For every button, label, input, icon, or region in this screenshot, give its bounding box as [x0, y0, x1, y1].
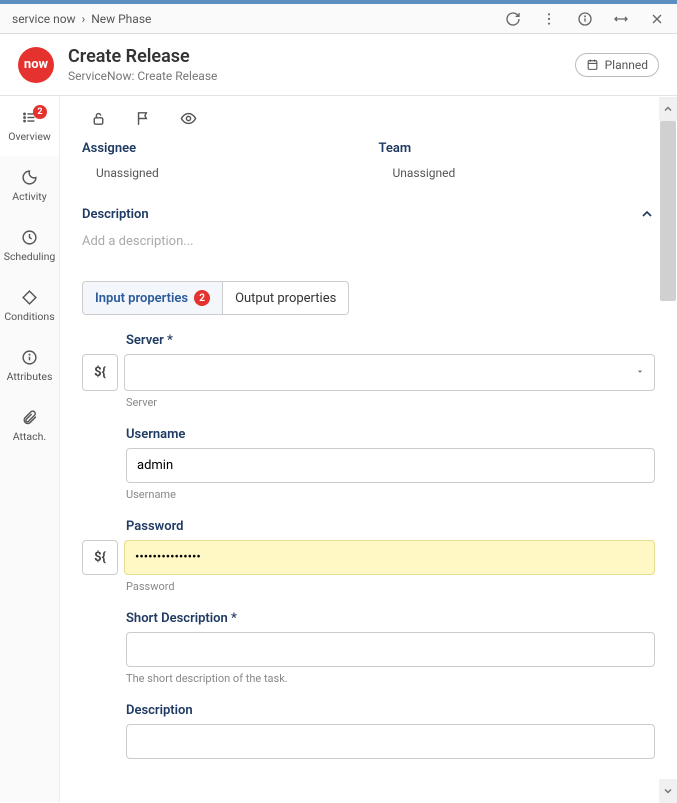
username-help: Username [126, 488, 655, 501]
breadcrumb-bar: service now › New Phase [0, 4, 677, 34]
info-circle-icon [21, 349, 38, 366]
sidebar-item-activity[interactable]: Activity [0, 156, 59, 216]
refresh-icon[interactable] [505, 11, 521, 27]
sidebar-item-overview[interactable]: 2 Overview [0, 96, 59, 156]
desc2-label: Description [126, 703, 655, 718]
server-select[interactable] [124, 354, 655, 391]
overview-badge: 2 [33, 105, 47, 119]
content-panel: Assignee Unassigned Team Unassigned Desc… [60, 96, 677, 802]
shortdesc-label: Short Description * [126, 611, 655, 626]
tab-output-properties[interactable]: Output properties [223, 281, 349, 315]
paperclip-icon [21, 409, 38, 426]
page-title: Create Release [68, 46, 561, 67]
password-help: Password [126, 580, 655, 593]
flag-icon[interactable] [135, 110, 152, 127]
scroll-thumb[interactable] [660, 121, 676, 301]
diamond-icon [21, 289, 38, 306]
username-label: Username [126, 427, 655, 442]
breadcrumb-current[interactable]: New Phase [91, 12, 151, 26]
sidebar-item-attach[interactable]: Attach. [0, 396, 59, 456]
tab-input-properties[interactable]: Input properties 2 [82, 281, 223, 315]
page-subtitle: ServiceNow: Create Release [68, 69, 561, 83]
more-vertical-icon[interactable] [541, 11, 557, 27]
password-input[interactable] [124, 540, 655, 575]
content-toolbar [60, 96, 677, 141]
description-label: Description [82, 207, 149, 222]
chevron-up-icon[interactable] [639, 206, 655, 222]
sidebar-item-attributes[interactable]: Attributes [0, 336, 59, 396]
close-icon[interactable] [649, 11, 665, 27]
username-input[interactable] [126, 448, 655, 483]
sidebar: 2 Overview Activity Scheduling Condition… [0, 96, 60, 802]
shortdesc-help: The short description of the task. [126, 672, 655, 685]
shortdesc-input[interactable] [126, 632, 655, 667]
description-input[interactable]: Add a description... [60, 230, 677, 263]
assignee-label: Assignee [82, 141, 359, 156]
scroll-down-icon[interactable] [659, 779, 677, 803]
app-logo: now [18, 47, 54, 83]
team-value[interactable]: Unassigned [379, 166, 656, 180]
breadcrumb-root[interactable]: service now [12, 12, 76, 26]
password-label: Password [126, 519, 655, 534]
variable-button-server[interactable]: ${ [82, 354, 118, 391]
expand-horizontal-icon[interactable] [613, 11, 629, 27]
properties-tabs: Input properties 2 Output properties [82, 281, 655, 315]
sidebar-item-conditions[interactable]: Conditions [0, 276, 59, 336]
page-header: now Create Release ServiceNow: Create Re… [0, 34, 677, 96]
assignee-value[interactable]: Unassigned [82, 166, 359, 180]
team-label: Team [379, 141, 656, 156]
server-label: Server * [126, 333, 655, 348]
calendar-icon [586, 58, 599, 71]
eye-icon[interactable] [180, 110, 197, 127]
desc2-input[interactable] [126, 724, 655, 759]
scrollbar[interactable] [659, 97, 677, 803]
server-help: Server [126, 396, 655, 409]
clock-icon [21, 229, 38, 246]
info-icon[interactable] [577, 11, 593, 27]
variable-button-password[interactable]: ${ [82, 540, 118, 575]
moon-icon [21, 169, 38, 186]
scroll-up-icon[interactable] [659, 97, 677, 121]
sidebar-item-scheduling[interactable]: Scheduling [0, 216, 59, 276]
input-tab-badge: 2 [194, 290, 210, 306]
status-button[interactable]: Planned [575, 53, 659, 77]
breadcrumb-separator: › [82, 12, 86, 26]
lock-icon[interactable] [90, 110, 107, 127]
